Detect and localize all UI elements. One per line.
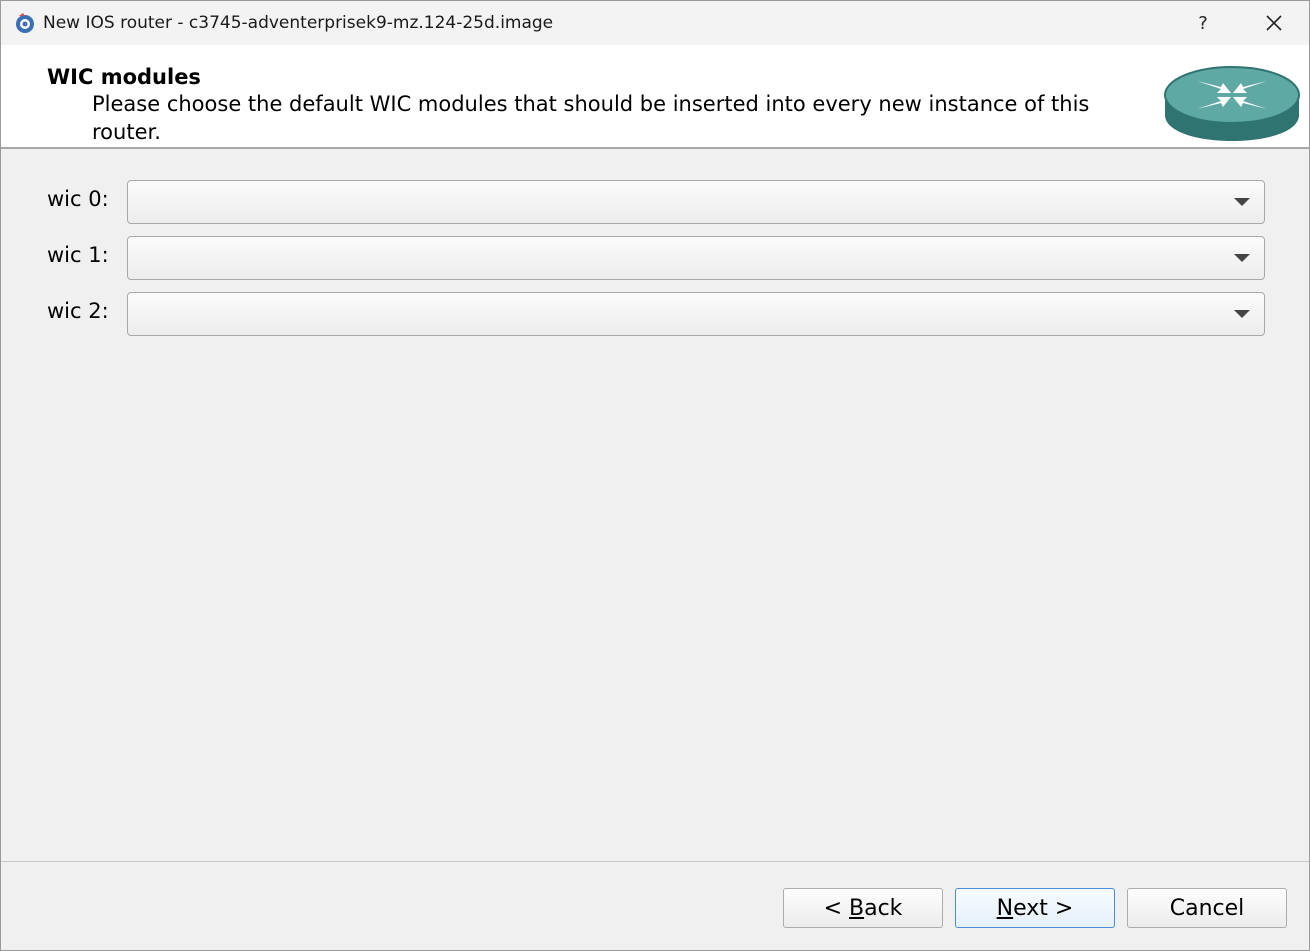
gns3-app-icon <box>16 13 34 33</box>
wizard-header: WIC modules Please choose the default WI… <box>1 45 1309 149</box>
next-label: ext <box>1013 895 1048 921</box>
close-icon <box>1266 15 1282 31</box>
dialog-window: New IOS router - c3745-adventerprisek9-m… <box>0 0 1310 951</box>
wic-2-select[interactable] <box>127 292 1265 336</box>
back-button[interactable]: < Back <box>783 888 943 928</box>
window-title: New IOS router - c3745-adventerprisek9-m… <box>43 13 554 33</box>
page-subtitle: Please choose the default WIC modules th… <box>92 92 1090 144</box>
cancel-button[interactable]: Cancel <box>1127 888 1287 928</box>
chevron-down-icon <box>1234 198 1250 206</box>
close-button[interactable] <box>1244 1 1304 45</box>
footer-divider <box>1 861 1309 862</box>
next-mnemonic: N <box>996 895 1014 921</box>
wic-1-row: wic 1: <box>1 236 1309 280</box>
chevron-left-icon: < <box>823 895 842 921</box>
chevron-down-icon <box>1234 310 1250 318</box>
back-label: ack <box>864 895 903 921</box>
back-mnemonic: B <box>849 895 865 921</box>
wic-0-label: wic 0: <box>47 187 109 211</box>
chevron-right-icon: > <box>1054 895 1074 921</box>
router-icon <box>1164 66 1300 141</box>
help-button[interactable]: ? <box>1173 1 1233 45</box>
wic-0-select[interactable] <box>127 180 1265 224</box>
title-bar: New IOS router - c3745-adventerprisek9-m… <box>1 1 1309 45</box>
wic-2-row: wic 2: <box>1 292 1309 336</box>
wic-0-row: wic 0: <box>1 180 1309 224</box>
next-button[interactable]: Next > <box>955 888 1115 928</box>
chevron-down-icon <box>1234 254 1250 262</box>
page-title: WIC modules <box>47 65 201 89</box>
wic-1-label: wic 1: <box>47 243 109 267</box>
wic-1-select[interactable] <box>127 236 1265 280</box>
wic-2-label: wic 2: <box>47 299 109 323</box>
